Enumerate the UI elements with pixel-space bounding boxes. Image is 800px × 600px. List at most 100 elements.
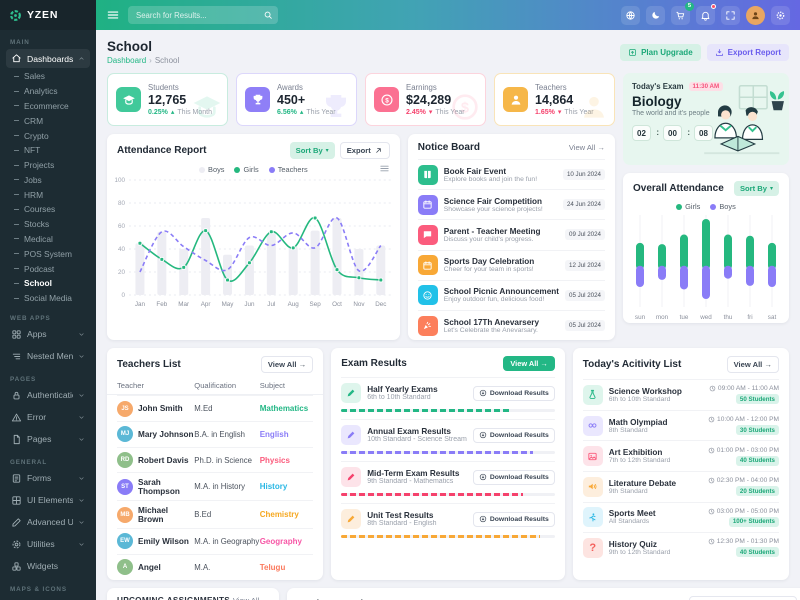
cart-icon[interactable]: 5: [671, 6, 690, 25]
user-avatar[interactable]: [746, 6, 765, 25]
svg-text:Dec: Dec: [375, 301, 386, 308]
legend-item[interactable]: Girls: [234, 165, 258, 174]
activity-time: 03:00 PM - 05:00 PM: [708, 508, 779, 515]
download-label: Download Results: [490, 516, 549, 523]
sidebar-item[interactable]: Nested Menu: [6, 347, 90, 366]
bell-icon[interactable]: [696, 6, 715, 25]
legend-dot: [199, 167, 205, 173]
notice-desc: Let's Celebrate the Anevarsary.: [444, 327, 559, 334]
overall-attendance-chart: sunmontuewedthufrisat: [623, 211, 789, 323]
download-results-button[interactable]: Download Results: [473, 470, 555, 485]
sidebar-section-items: Authentication Error: [6, 386, 90, 452]
sidebar-section-label: GENERAL: [10, 459, 86, 466]
utility-icon: [11, 539, 22, 550]
activity-time: 02:30 PM - 04:00 PM: [708, 477, 779, 484]
sidebar-subitem[interactable]: Sales: [12, 69, 90, 84]
sidebar-item[interactable]: UI Elements: [6, 491, 90, 510]
sidebar-section: WEB APPS Apps: [6, 315, 90, 369]
sort-by-button[interactable]: Sort By▾: [290, 142, 335, 159]
view-all-link[interactable]: View All →: [569, 143, 605, 152]
gear-icon[interactable]: [771, 6, 790, 25]
legend-item[interactable]: Boys: [199, 165, 224, 174]
menu-toggle-button[interactable]: [106, 8, 120, 22]
sidebar-subitem[interactable]: Medical: [12, 232, 90, 247]
sidebar-subitem[interactable]: CRM: [12, 113, 90, 128]
infinity-icon: [583, 416, 603, 436]
svg-text:Sep: Sep: [310, 301, 322, 308]
view-all-button[interactable]: View All →: [727, 356, 779, 373]
chevron-icon: [78, 519, 85, 526]
view-all-link[interactable]: View All →: [233, 596, 269, 600]
export-button[interactable]: Export: [340, 142, 390, 159]
students-count-badge: 40 Students: [736, 456, 779, 466]
sidebar-item[interactable]: Utilities: [6, 535, 90, 554]
moon-icon[interactable]: [646, 6, 665, 25]
sidebar-item[interactable]: Apps: [6, 325, 90, 344]
sidebar-subitem[interactable]: School: [12, 276, 90, 291]
chart-menu-icon[interactable]: [379, 163, 390, 174]
export-report-button[interactable]: Export Report: [707, 44, 789, 61]
activity-desc: 7th to 12th Standard: [609, 457, 702, 464]
sidebar-subitem[interactable]: Crypto: [12, 128, 90, 143]
download-results-button[interactable]: Download Results: [473, 386, 555, 401]
svg-text:Feb: Feb: [156, 301, 167, 308]
globe-icon[interactable]: [621, 6, 640, 25]
image-icon: [583, 446, 603, 466]
sidebar-subitem[interactable]: Podcast: [12, 261, 90, 276]
activity-item: Sports Meet All Standards 03:00 PM - 05:…: [583, 502, 779, 533]
dash-icon: [14, 179, 19, 180]
search-input[interactable]: [128, 6, 278, 24]
sidebar-subitem[interactable]: Jobs: [12, 172, 90, 187]
sidebar-subitem-label: Courses: [24, 204, 55, 214]
notice-desc: Discuss your child's progress.: [444, 236, 559, 243]
sidebar-item-label: Nested Menu: [27, 351, 73, 361]
caret-down-icon: ▾: [770, 185, 773, 192]
card-title: Exam Results: [341, 358, 407, 369]
legend-item[interactable]: Teachers: [269, 165, 308, 174]
download-results-button[interactable]: Download Results: [473, 512, 555, 527]
sidebar-subitem[interactable]: POS System: [12, 246, 90, 261]
sidebar-subitem[interactable]: Social Media: [12, 291, 90, 306]
view-all-button[interactable]: View All →: [261, 356, 313, 373]
sidebar-subitem[interactable]: Courses: [12, 202, 90, 217]
sort-by-button[interactable]: Sort By▾: [734, 181, 779, 196]
sidebar-item-label: Apps: [27, 329, 73, 339]
sidebar-subitem[interactable]: Projects: [12, 158, 90, 173]
sidebar-item[interactable]: Error: [6, 408, 90, 427]
sidebar-item-label: Dashboards: [27, 54, 73, 64]
marks-search-input[interactable]: [689, 596, 797, 600]
sidebar-item[interactable]: Authentication: [6, 386, 90, 405]
sidebar-item[interactable]: Widgets: [6, 557, 90, 576]
stat-change: 1.65%: [535, 109, 555, 116]
sidebar-subitem[interactable]: Stocks: [12, 217, 90, 232]
sidebar-item[interactable]: Advanced UI: [6, 513, 90, 532]
logo[interactable]: YZEN: [0, 0, 96, 30]
view-all-button[interactable]: View All →: [503, 356, 554, 371]
cart-badge: 5: [685, 2, 694, 11]
activity-item: Science Workshop 6th to 10th Standard 09…: [583, 379, 779, 410]
plan-upgrade-button[interactable]: Plan Upgrade: [620, 44, 701, 61]
clock-icon: [709, 385, 716, 392]
sidebar-subitem-label: School: [24, 278, 52, 288]
breadcrumb-link[interactable]: Dashboard: [107, 56, 146, 65]
activity-title: Math Olympiad: [609, 418, 702, 427]
legend-item[interactable]: Boys: [710, 202, 735, 211]
dash-icon: [14, 298, 19, 299]
sidebar-subitem[interactable]: NFT: [12, 143, 90, 158]
sidebar-subitem[interactable]: HRM: [12, 187, 90, 202]
expand-icon[interactable]: [721, 6, 740, 25]
sidebar-subitem-label: Social Media: [24, 293, 72, 303]
sidebar-item[interactable]: Forms: [6, 469, 90, 488]
chevron-icon: [78, 541, 85, 548]
sidebar-subitem[interactable]: Analytics: [12, 84, 90, 99]
exam-results-card: Exam Results View All → Half Yearly Exam…: [331, 348, 565, 579]
svg-text:0: 0: [121, 292, 125, 299]
svg-text:$: $: [385, 97, 389, 104]
download-results-button[interactable]: Download Results: [473, 428, 555, 443]
legend-item[interactable]: Girls: [676, 202, 700, 211]
sidebar-subitem[interactable]: Ecommerce: [12, 99, 90, 114]
sidebar-item[interactable]: Pages: [6, 430, 90, 449]
graduation-cap-icon: [116, 87, 141, 112]
sidebar-item[interactable]: Dashboards: [6, 49, 90, 68]
upcoming-assignments-card: UPCOMING ASSIGNMENTS View All → Assignme…: [107, 588, 279, 600]
